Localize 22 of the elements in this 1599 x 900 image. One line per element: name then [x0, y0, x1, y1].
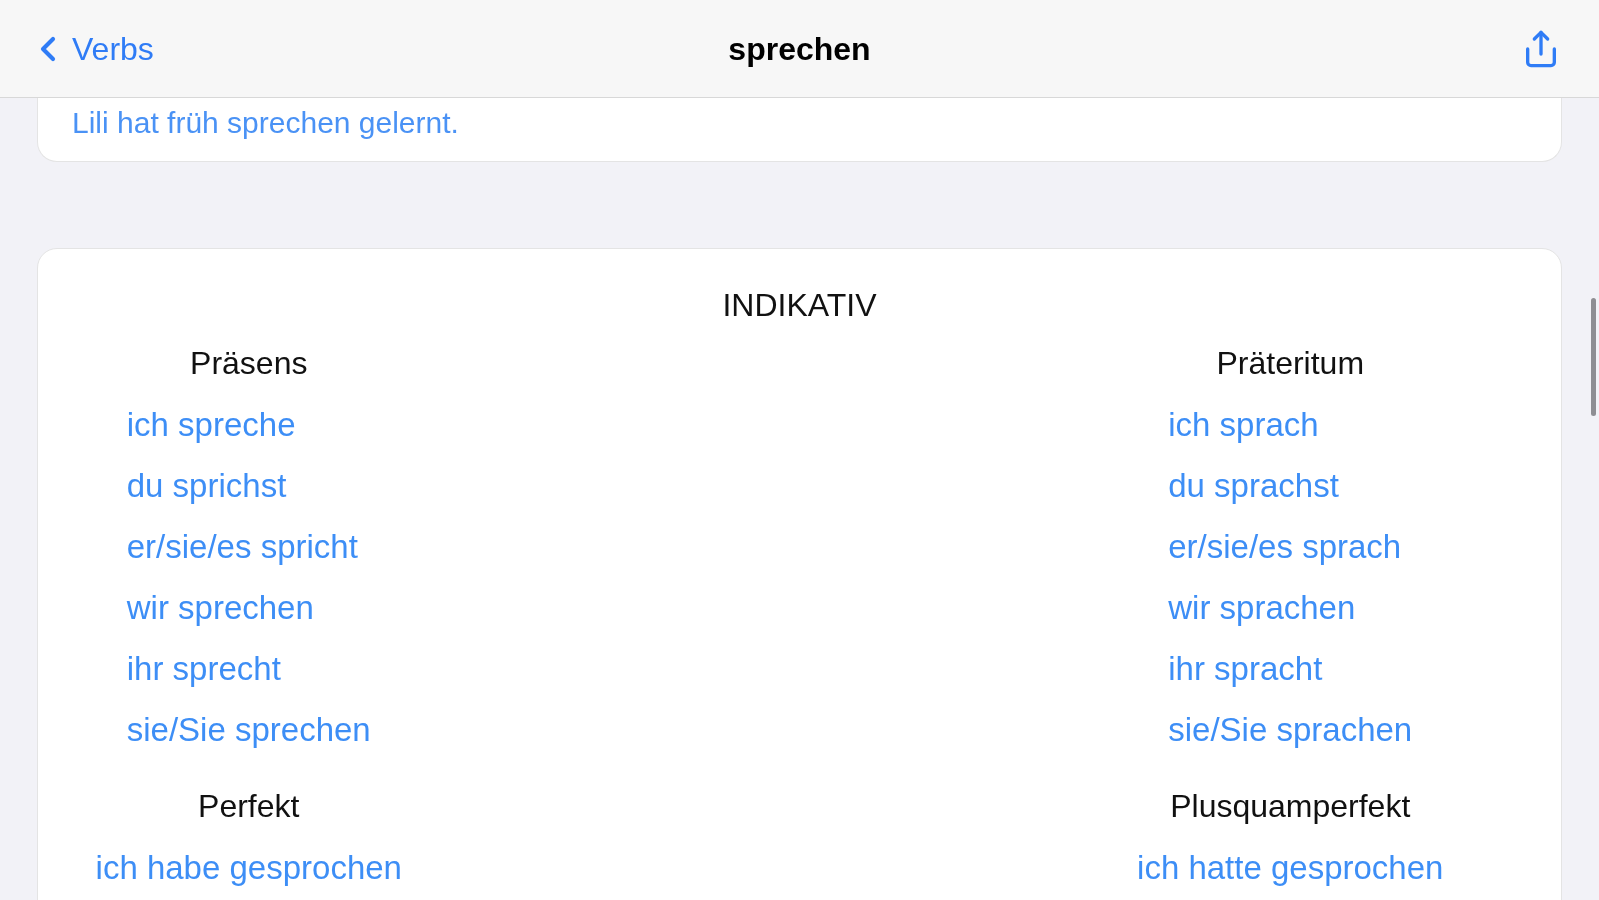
tense-heading: Plusquamperfekt: [1170, 787, 1411, 826]
verb-form[interactable]: ich hatte gesprochen: [1137, 837, 1444, 898]
example-sentence: Lili hat früh sprechen gelernt.: [72, 105, 460, 141]
page-title: sprechen: [728, 29, 871, 69]
tense-heading: Präteritum: [1216, 344, 1365, 383]
tense-heading: Perfekt: [198, 787, 300, 826]
back-button[interactable]: Verbs: [28, 24, 154, 73]
verb-form[interactable]: ihr sprecht: [126, 638, 281, 699]
verb-form[interactable]: du sprichst: [126, 455, 287, 516]
verb-form[interactable]: ich spreche: [126, 394, 296, 455]
verb-form[interactable]: wir sprechen: [126, 577, 314, 638]
section-title: INDIKATIV: [721, 286, 878, 325]
verb-form[interactable]: er/sie/es spricht: [126, 516, 358, 577]
verb-form[interactable]: ihr spracht: [1168, 638, 1323, 699]
verb-form[interactable]: sie/Sie sprechen: [126, 699, 371, 760]
verb-form[interactable]: sie/Sie sprachen: [1168, 699, 1413, 760]
verb-form[interactable]: du sprachst: [1168, 455, 1339, 516]
verb-form[interactable]: ich habe gesprochen: [95, 837, 402, 898]
verb-form[interactable]: ich sprach: [1168, 394, 1319, 455]
verb-form[interactable]: wir sprachen: [1168, 577, 1356, 638]
verb-form[interactable]: er/sie/es sprach: [1168, 516, 1402, 577]
tense-heading: Präsens: [190, 344, 308, 383]
